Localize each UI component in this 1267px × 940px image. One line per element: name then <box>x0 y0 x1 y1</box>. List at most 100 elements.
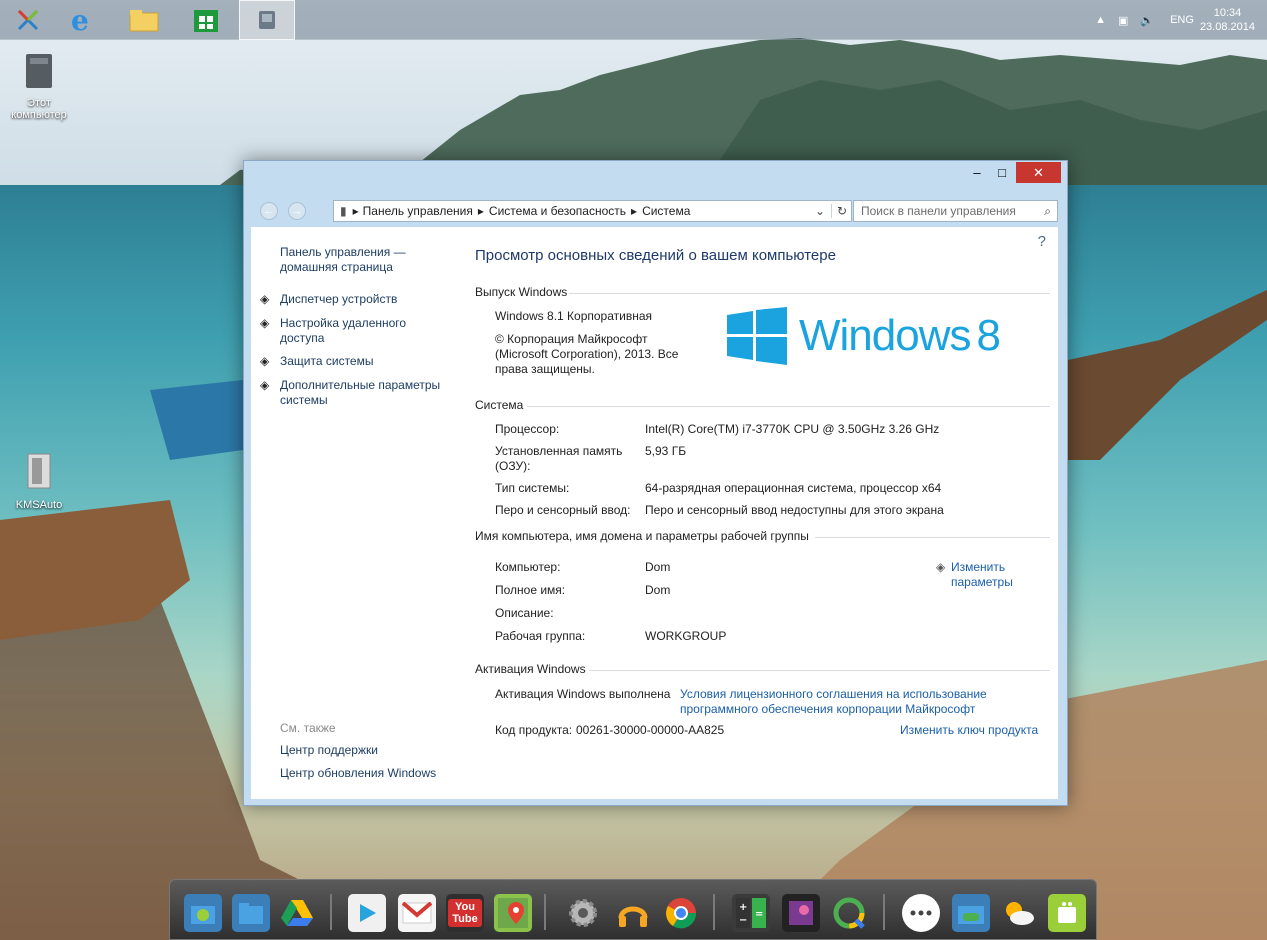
chrome-icon[interactable] <box>662 894 700 932</box>
windows-logo-text: Windows <box>799 311 971 360</box>
gallery-icon[interactable] <box>782 894 820 932</box>
sidebar-item-device-manager[interactable]: Диспетчер устройств <box>280 292 450 307</box>
desktop-icon-kmsauto[interactable]: KMSAuto <box>4 450 74 511</box>
sidebar-link-windows-update[interactable]: Центр обновления Windows <box>280 766 436 781</box>
back-button[interactable]: ← <box>260 202 278 220</box>
android-folder-icon[interactable] <box>184 894 222 932</box>
maximize-button[interactable]: □ <box>991 162 1013 183</box>
change-settings-link[interactable]: Изменить параметры <box>951 560 1031 590</box>
breadcrumb-system[interactable]: Система <box>642 204 690 218</box>
language-indicator[interactable]: ENG <box>1170 14 1194 26</box>
search-input[interactable]: Поиск в панели управления ⌕ <box>853 200 1058 222</box>
close-button[interactable]: ✕ <box>1016 162 1061 183</box>
change-product-key-link[interactable]: Изменить ключ продукта <box>900 723 1038 738</box>
desktop-icon-this-pc[interactable]: Этот компьютер <box>4 52 74 121</box>
shield-icon: ◈ <box>260 354 270 368</box>
system-value-processor: Intel(R) Core(TM) i7-3770K CPU @ 3.50GHz… <box>645 422 940 436</box>
play-store-icon[interactable] <box>348 894 386 932</box>
product-key-label: Код продукта: <box>495 723 573 737</box>
clock-date: 23.08.2014 <box>1199 21 1255 33</box>
svg-text:=: = <box>755 909 763 920</box>
youtube-label: You Tube <box>448 899 482 927</box>
music-headphones-icon[interactable] <box>614 894 652 932</box>
sidebar: Панель управления — домашняя страница ◈ … <box>251 227 463 799</box>
start-x-icon[interactable] <box>0 0 56 40</box>
clock[interactable]: 10:34 23.08.2014 <box>1200 6 1255 34</box>
breadcrumb-separator-icon: ▸ <box>352 204 359 218</box>
breadcrumb-separator-icon: ▸ <box>631 204 638 218</box>
sidebar-item-system-protection[interactable]: Защита системы <box>280 354 450 369</box>
google-drive-icon[interactable] <box>278 894 316 932</box>
network-icon[interactable]: ▣ <box>1118 14 1128 27</box>
youtube-icon[interactable]: You Tube <box>446 894 484 932</box>
volume-icon[interactable]: 🔈 <box>1140 14 1154 27</box>
svg-text:−: − <box>739 915 747 926</box>
clock-time: 10:34 <box>1213 7 1242 19</box>
license-terms-link[interactable]: Условия лицензионного соглашения на испо… <box>680 687 1010 717</box>
breadcrumb-control-panel[interactable]: Панель управления <box>363 204 473 218</box>
calculator-icon[interactable]: + − = <box>732 894 770 932</box>
minimize-button[interactable]: – <box>966 162 988 183</box>
computer-icon <box>4 52 74 93</box>
breadcrumb-separator-icon: ▸ <box>477 204 484 218</box>
sidebar-home-link[interactable]: Панель управления — домашняя страница <box>280 245 450 275</box>
address-bar[interactable]: ▮ ▸ Панель управления ▸ Система и безопа… <box>333 200 852 222</box>
window-titlebar[interactable]: – □ ✕ <box>244 161 1067 187</box>
kmsauto-icon <box>4 450 74 495</box>
system-label-pen: Перо и сенсорный ввод: <box>495 503 631 517</box>
desktop-icon-label: Этот компьютер <box>11 97 67 121</box>
refresh-icon[interactable]: ↻ <box>830 204 847 218</box>
windows-logo-number: 8 <box>976 311 1001 360</box>
search-icon[interactable]: ⌕ <box>1044 204 1051 219</box>
see-also-label: См. также <box>280 721 336 735</box>
sidebar-item-remote-settings[interactable]: Настройка удаленного доступа <box>280 316 420 346</box>
apk-installer-icon[interactable] <box>1048 894 1086 932</box>
activation-status: Активация Windows выполнена <box>495 687 671 701</box>
file-explorer-icon[interactable] <box>116 0 172 40</box>
section-header-edition: Выпуск Windows <box>475 285 568 299</box>
folder-icon[interactable] <box>232 894 270 932</box>
section-header-computer-name: Имя компьютера, имя домена и параметры р… <box>475 529 809 543</box>
section-header-system: Система <box>475 398 524 412</box>
section-header-activation: Активация Windows <box>475 662 586 676</box>
tray-expand-icon[interactable]: ▲ <box>1095 14 1106 26</box>
computer-label-description: Описание: <box>495 606 554 620</box>
system-window-taskbar-button[interactable] <box>239 0 295 40</box>
dock-separator <box>713 894 715 930</box>
divider <box>815 537 1050 538</box>
weather-icon[interactable] <box>1000 894 1038 932</box>
store-icon[interactable] <box>178 0 234 40</box>
svg-text:+: + <box>739 902 747 913</box>
system-window: – □ ✕ ← → ▮ ▸ Панель управления ▸ Систем… <box>243 160 1068 806</box>
app-drawer-icon[interactable] <box>902 894 940 932</box>
games-folder-icon[interactable] <box>952 894 990 932</box>
shield-icon: ◈ <box>936 560 946 574</box>
internet-explorer-icon[interactable]: e <box>54 0 110 40</box>
divider <box>589 670 1050 671</box>
settings-gear-icon[interactable] <box>564 894 602 932</box>
system-label-memory: Установленная память (ОЗУ): <box>495 444 623 473</box>
quick-search-icon[interactable] <box>830 894 868 932</box>
breadcrumb-system-security[interactable]: Система и безопасность <box>489 204 626 218</box>
address-row: ← → ▮ ▸ Панель управления ▸ Система и бе… <box>244 195 1067 225</box>
main-panel: Просмотр основных сведений о вашем компь… <box>473 227 1058 799</box>
windows-logo: Windows 8 <box>727 307 1001 365</box>
sidebar-item-advanced-settings[interactable]: Дополнительные параметры системы <box>280 378 450 408</box>
control-panel-icon: ▮ <box>340 204 347 218</box>
taskbar: e ▲ ▣ 🔈 ENG 10:34 23.08.2014 <box>0 0 1267 40</box>
forward-button[interactable]: → <box>288 202 306 220</box>
system-label-processor: Процессор: <box>495 422 560 436</box>
app-dock: You Tube + − = <box>169 879 1097 940</box>
maps-icon[interactable] <box>494 894 532 932</box>
edition-name: Windows 8.1 Корпоративная <box>495 309 652 323</box>
sidebar-link-action-center[interactable]: Центр поддержки <box>280 743 378 758</box>
product-key-value: 00261-30000-00000-AA825 <box>576 723 725 737</box>
gmail-icon[interactable] <box>398 894 436 932</box>
computer-value-name: Dom <box>645 560 671 574</box>
divider <box>527 406 1050 407</box>
system-value-memory: 5,93 ГБ <box>645 444 687 458</box>
system-tray: ▲ ▣ 🔈 ENG 10:34 23.08.2014 <box>1089 0 1267 40</box>
address-dropdown-icon[interactable]: ⌄ <box>815 204 825 218</box>
dock-separator <box>883 894 885 930</box>
desktop-icon-label: KMSAuto <box>15 499 63 511</box>
